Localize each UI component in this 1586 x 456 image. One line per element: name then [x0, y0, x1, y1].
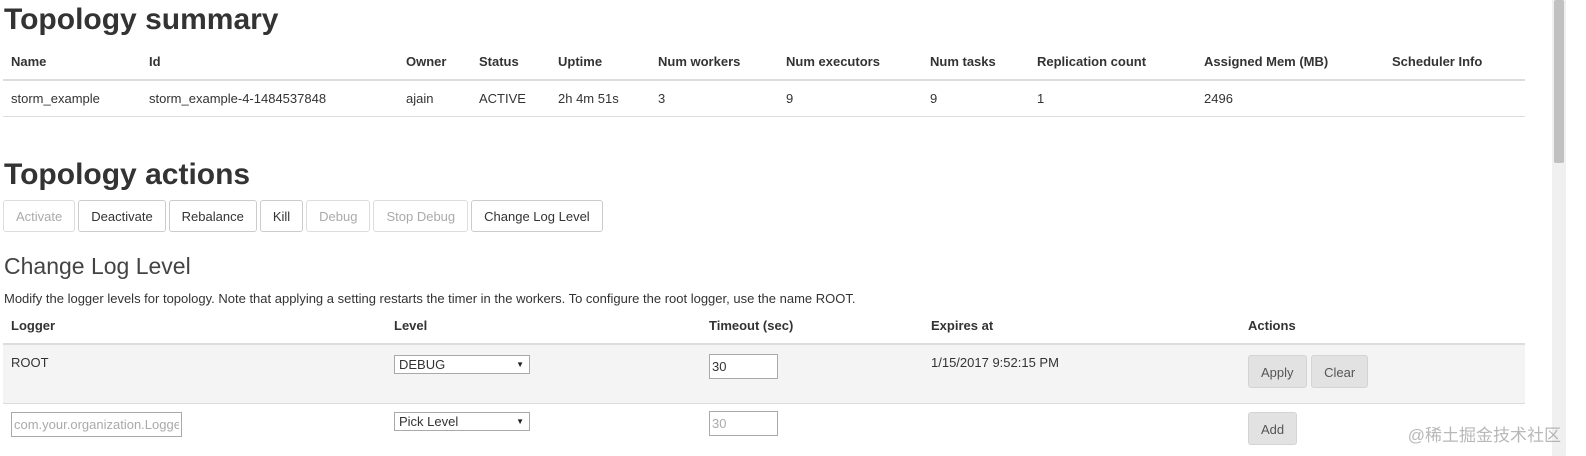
chevron-down-icon: ▼ — [516, 417, 524, 426]
change-log-level-title: Change Log Level — [4, 253, 191, 279]
table-row: storm_example storm_example-4-1484537848… — [3, 80, 1525, 117]
logger-name-input[interactable] — [11, 412, 182, 437]
apply-button[interactable]: Apply — [1248, 355, 1307, 388]
change-log-level-button[interactable]: Change Log Level — [471, 200, 603, 232]
log-level-table: Logger Level Timeout (sec) Expires at Ac… — [3, 308, 1525, 456]
cell-name: storm_example — [3, 80, 141, 117]
new-level-select-value: Pick Level — [399, 414, 459, 429]
cell-status: ACTIVE — [471, 80, 550, 117]
vertical-scrollbar[interactable] — [1552, 0, 1566, 456]
deactivate-button[interactable]: Deactivate — [78, 200, 166, 232]
col-header-logger: Logger — [3, 308, 386, 345]
root-level-select-value: DEBUG — [399, 357, 446, 372]
col-header-owner[interactable]: Owner — [398, 44, 471, 81]
chevron-down-icon: ▼ — [516, 360, 524, 369]
stop-debug-button[interactable]: Stop Debug — [373, 200, 469, 232]
watermark: @稀土掘金技术社区 — [1407, 426, 1561, 445]
new-level-cell: Pick Level ▼ — [386, 403, 701, 456]
cell-num-workers: 3 — [650, 80, 778, 117]
root-logger-name: ROOT — [3, 344, 386, 404]
new-logger-cell — [3, 403, 386, 456]
topology-actions-button-group: Activate Deactivate Rebalance Kill Debug… — [3, 200, 603, 232]
col-header-scheduler-info[interactable]: Scheduler Info — [1384, 44, 1525, 81]
col-header-level: Level — [386, 308, 701, 345]
cell-owner: ajain — [398, 80, 471, 117]
col-header-num-executors[interactable]: Num executors — [778, 44, 922, 81]
cell-num-tasks: 9 — [922, 80, 1029, 117]
cell-uptime: 2h 4m 51s — [550, 80, 650, 117]
new-timeout-cell — [701, 403, 923, 456]
new-timeout-input[interactable] — [709, 411, 778, 436]
col-header-name[interactable]: Name — [3, 44, 141, 81]
table-row: Pick Level ▼ Add — [3, 403, 1525, 456]
root-actions-cell: Apply Clear — [1240, 344, 1525, 404]
col-header-status[interactable]: Status — [471, 44, 550, 81]
root-level-select[interactable]: DEBUG ▼ — [394, 355, 530, 374]
col-header-id[interactable]: Id — [141, 44, 398, 81]
root-level-cell: DEBUG ▼ — [386, 344, 701, 404]
col-header-timeout: Timeout (sec) — [701, 308, 923, 345]
col-header-num-tasks[interactable]: Num tasks — [922, 44, 1029, 81]
new-level-select[interactable]: Pick Level ▼ — [394, 412, 530, 431]
root-timeout-input[interactable] — [709, 354, 778, 379]
log-level-header-row: Logger Level Timeout (sec) Expires at Ac… — [3, 308, 1525, 345]
cell-id: storm_example-4-1484537848 — [141, 80, 398, 117]
col-header-uptime[interactable]: Uptime — [550, 44, 650, 81]
topology-summary-table: Name Id Owner Status Uptime Num workers … — [3, 44, 1525, 117]
cell-scheduler-info — [1384, 80, 1525, 117]
clear-button[interactable]: Clear — [1311, 355, 1369, 388]
kill-button[interactable]: Kill — [259, 200, 304, 232]
summary-header-row: Name Id Owner Status Uptime Num workers … — [3, 44, 1525, 81]
topology-summary-title: Topology summary — [4, 3, 279, 36]
col-header-assigned-mem[interactable]: Assigned Mem (MB) — [1196, 44, 1384, 81]
debug-button[interactable]: Debug — [306, 200, 371, 232]
page: Topology summary Name Id Owner Status Up… — [0, 0, 1586, 456]
col-header-replication-count[interactable]: Replication count — [1029, 44, 1196, 81]
rebalance-button[interactable]: Rebalance — [168, 200, 257, 232]
cell-replication-count: 1 — [1029, 80, 1196, 117]
table-row: ROOT DEBUG ▼ 1/15/2017 9:52:15 PM Apply … — [3, 344, 1525, 404]
activate-button[interactable]: Activate — [3, 200, 76, 232]
scrollbar-thumb[interactable] — [1554, 0, 1564, 163]
change-log-level-description: Modify the logger levels for topology. N… — [4, 291, 856, 306]
col-header-expires-at: Expires at — [923, 308, 1240, 345]
topology-actions-title: Topology actions — [4, 158, 251, 191]
root-expires-at: 1/15/2017 9:52:15 PM — [923, 344, 1240, 404]
cell-num-executors: 9 — [778, 80, 922, 117]
cell-assigned-mem: 2496 — [1196, 80, 1384, 117]
col-header-num-workers[interactable]: Num workers — [650, 44, 778, 81]
add-button[interactable]: Add — [1248, 412, 1298, 445]
col-header-actions: Actions — [1240, 308, 1525, 345]
root-timeout-cell — [701, 344, 923, 404]
new-expires-at — [923, 403, 1240, 456]
